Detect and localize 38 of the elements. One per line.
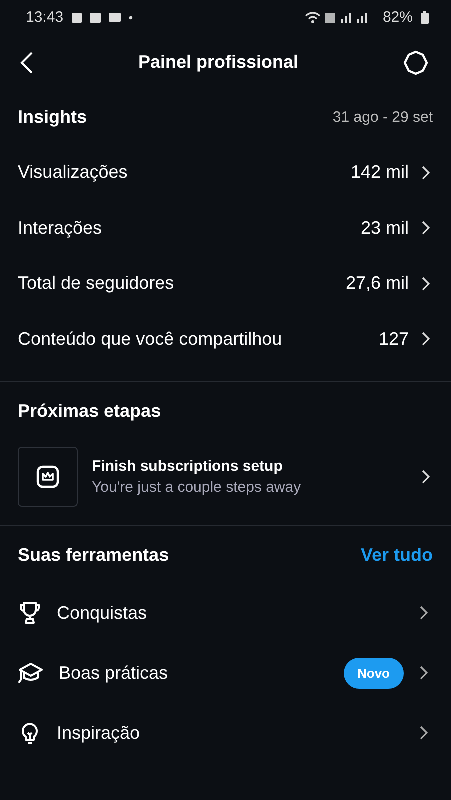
settings-icon[interactable] <box>402 50 429 76</box>
setup-card[interactable]: Finish subscriptions setup You're just a couple steps away <box>18 447 431 507</box>
card-title: Finish subscriptions setup <box>92 458 284 475</box>
battery-percentage: 82% <box>382 9 413 26</box>
chevron-icon[interactable] <box>421 220 431 236</box>
tool-item[interactable]: Boas práticas <box>59 662 328 684</box>
graduation-cap-icon <box>18 661 44 685</box>
insight-value: 23 mil <box>360 218 409 239</box>
chevron-icon <box>419 605 429 621</box>
date-range: 31 ago - 29 set <box>332 109 433 126</box>
chevron-icon <box>419 725 429 741</box>
dot-icon <box>128 16 133 20</box>
chevron-icon[interactable] <box>421 164 431 181</box>
insight-value: 142 mil <box>350 162 409 184</box>
chevron-icon[interactable] <box>421 331 431 348</box>
insight-label[interactable]: Interações <box>18 218 361 239</box>
insight-label[interactable]: Conteúdo que você compartilhou <box>18 328 379 350</box>
chevron-icon[interactable] <box>421 276 431 292</box>
crown-icon <box>18 447 78 507</box>
see-all-link[interactable]: Ver tudo <box>360 545 433 566</box>
tool-item[interactable]: Inspiração <box>57 722 404 744</box>
insight-value: 127 <box>378 328 409 350</box>
section-title: Insights <box>18 107 88 128</box>
section-title: Suas ferramentas <box>18 545 170 566</box>
insight-label[interactable]: Total de seguidores <box>18 273 346 294</box>
page-title: Painel profissional <box>138 52 299 73</box>
card-subtitle: You're just a couple steps away <box>92 479 302 496</box>
chevron-icon <box>419 665 429 681</box>
tool-item[interactable]: Conquistas <box>57 602 404 624</box>
insight-label[interactable]: Visualizações <box>18 162 351 184</box>
insight-value: 27,6 mil <box>346 273 409 294</box>
battery-icon <box>421 11 429 24</box>
section-title: Próximas etapas <box>18 401 162 422</box>
back-icon[interactable] <box>20 52 34 74</box>
new-badge: Novo <box>344 658 404 688</box>
trophy-icon <box>18 601 42 625</box>
chevron-icon <box>421 469 431 485</box>
status-time: 13:43 <box>26 9 64 26</box>
